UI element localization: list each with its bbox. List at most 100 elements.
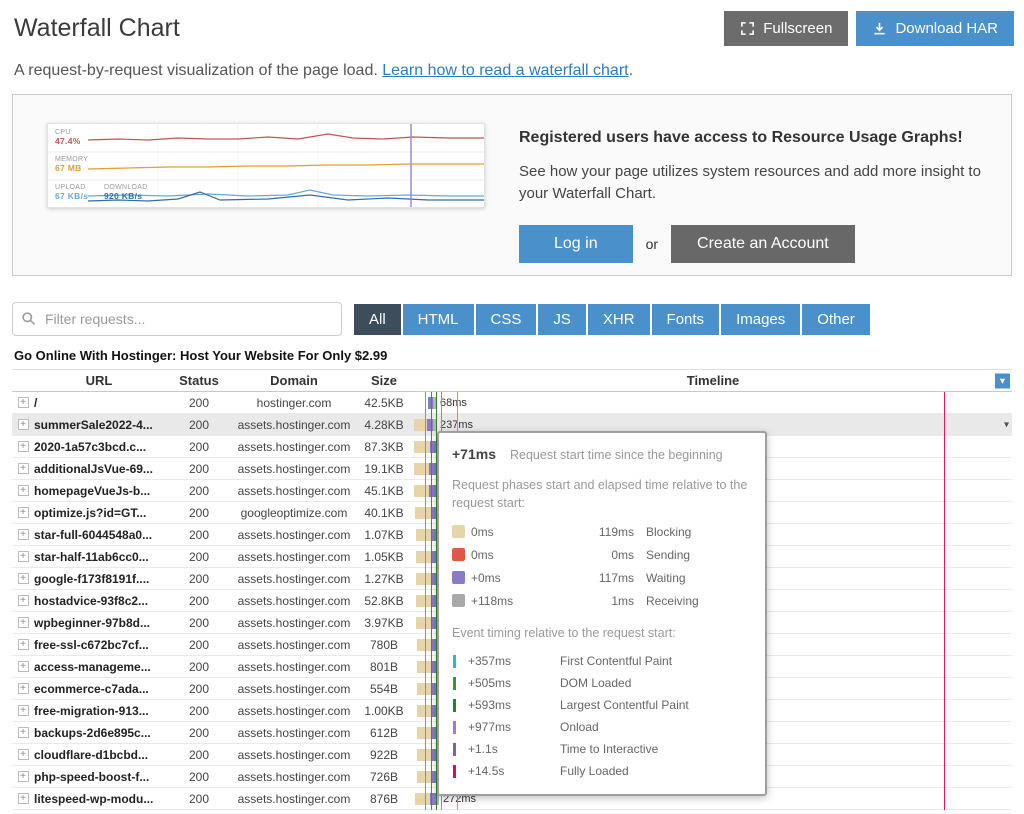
cell-size: 922B — [354, 748, 414, 762]
expand-icon[interactable]: + — [18, 397, 29, 408]
download-stat-value: 920 KB/s — [104, 192, 148, 201]
cell-status: 200 — [164, 792, 234, 806]
fullscreen-button[interactable]: Fullscreen — [724, 11, 848, 46]
expand-icon[interactable]: + — [18, 727, 29, 738]
expand-cell: + — [12, 683, 34, 694]
expand-icon[interactable]: + — [18, 793, 29, 804]
segment-blocking — [417, 771, 432, 783]
expand-icon[interactable]: + — [18, 661, 29, 672]
column-timeline[interactable]: Timeline ▾ — [414, 373, 1012, 388]
cell-size: 1.00KB — [354, 704, 414, 718]
waterfall-bar[interactable] — [414, 463, 436, 475]
cell-status: 200 — [164, 484, 234, 498]
tab-other[interactable]: Other — [802, 304, 870, 335]
waterfall-bar[interactable] — [417, 661, 437, 673]
cell-domain: assets.hostinger.com — [234, 682, 354, 696]
waterfall-bar[interactable] — [417, 727, 437, 739]
column-domain[interactable]: Domain — [234, 373, 354, 388]
waterfall-bar[interactable] — [417, 683, 437, 695]
expand-icon[interactable]: + — [18, 683, 29, 694]
column-status[interactable]: Status — [164, 373, 234, 388]
topbar: Waterfall Chart Fullscreen Download HAR — [0, 0, 1024, 46]
expand-cell: + — [12, 573, 34, 584]
cell-url: optimize.js?id=GT... — [34, 506, 164, 520]
cell-size: 3.97KB — [354, 616, 414, 630]
column-size[interactable]: Size — [354, 373, 414, 388]
cell-status: 200 — [164, 660, 234, 674]
tab-xhr[interactable]: XHR — [588, 304, 650, 335]
row-options-caret[interactable]: ▾ — [1004, 419, 1009, 430]
waterfall-bar[interactable] — [416, 551, 436, 563]
cell-domain: assets.hostinger.com — [234, 440, 354, 454]
waterfall-help-link[interactable]: Learn how to read a waterfall chart — [382, 62, 628, 79]
cell-size: 726B — [354, 770, 414, 784]
waterfall-bar[interactable] — [416, 595, 438, 607]
tab-html[interactable]: HTML — [403, 304, 474, 335]
tab-js[interactable]: JS — [538, 304, 586, 335]
waterfall-bar[interactable]: 237ms — [414, 419, 473, 431]
subtitle-period: . — [629, 62, 633, 79]
promo-content: Registered users have access to Resource… — [519, 121, 991, 275]
tab-css[interactable]: CSS — [476, 304, 537, 335]
expand-icon[interactable]: + — [18, 639, 29, 650]
segment-blocking — [417, 749, 432, 761]
waterfall-bar[interactable] — [417, 639, 437, 651]
cell-status: 200 — [164, 572, 234, 586]
tab-all[interactable]: All — [354, 304, 401, 335]
cpu-value: 47.4% — [55, 137, 81, 146]
timeline-options-button[interactable]: ▾ — [995, 373, 1010, 388]
cell-status: 200 — [164, 418, 234, 432]
expand-icon[interactable]: + — [18, 463, 29, 474]
expand-icon[interactable]: + — [18, 771, 29, 782]
column-url[interactable]: URL — [34, 373, 164, 388]
expand-icon[interactable]: + — [18, 529, 29, 540]
waterfall-bar[interactable] — [415, 507, 438, 519]
expand-icon[interactable]: + — [18, 485, 29, 496]
cell-size: 1.27KB — [354, 572, 414, 586]
waterfall-bar[interactable] — [416, 617, 437, 629]
request-tooltip: +71ms Request start time since the begin… — [437, 431, 767, 796]
expand-icon[interactable]: + — [18, 507, 29, 518]
waterfall-bar[interactable] — [416, 529, 436, 541]
waterfall-bar[interactable] — [416, 573, 437, 585]
download-har-button[interactable]: Download HAR — [856, 11, 1014, 46]
segment-blocking — [416, 573, 432, 585]
waterfall-bar[interactable] — [417, 771, 437, 783]
cell-status: 200 — [164, 462, 234, 476]
cell-status: 200 — [164, 528, 234, 542]
expand-icon[interactable]: + — [18, 419, 29, 430]
cell-status: 200 — [164, 616, 234, 630]
expand-icon[interactable]: + — [18, 441, 29, 452]
expand-icon[interactable]: + — [18, 551, 29, 562]
cell-size: 87.3KB — [354, 440, 414, 454]
waterfall-bar[interactable]: 68ms — [428, 397, 467, 409]
phase-swatch — [452, 548, 465, 561]
create-account-button[interactable]: Create an Account — [671, 225, 855, 263]
event-swatch — [453, 655, 456, 668]
promo-heading: Registered users have access to Resource… — [519, 129, 991, 147]
login-button[interactable]: Log in — [519, 225, 633, 263]
waterfall-bar[interactable] — [417, 705, 437, 717]
event-time: +505ms — [468, 676, 560, 690]
ad-banner-text[interactable]: Go Online With Hostinger: Host Your Webs… — [14, 348, 1010, 363]
cell-url: free-ssl-c672bc7cf... — [34, 638, 164, 652]
filter-requests-input[interactable] — [12, 302, 342, 336]
expand-cell: + — [12, 507, 34, 518]
waterfall-bar[interactable] — [417, 749, 437, 761]
cpu-label: CPU — [55, 129, 71, 136]
segment-blocking — [414, 441, 430, 453]
tab-images[interactable]: Images — [721, 304, 800, 335]
event-swatch — [453, 743, 456, 756]
event-label: Time to Interactive — [560, 742, 658, 756]
waterfall-bar[interactable] — [414, 441, 438, 453]
expand-icon[interactable]: + — [18, 617, 29, 628]
expand-icon[interactable]: + — [18, 595, 29, 606]
expand-icon[interactable]: + — [18, 573, 29, 584]
expand-icon[interactable]: + — [18, 705, 29, 716]
waterfall-bar[interactable] — [414, 485, 437, 497]
tab-fonts[interactable]: Fonts — [652, 304, 720, 335]
table-row[interactable]: +/200hostinger.com42.5KB68ms — [12, 392, 1012, 414]
phase-label: Sending — [646, 548, 690, 562]
expand-icon[interactable]: + — [18, 749, 29, 760]
segment-blocking — [415, 793, 430, 805]
